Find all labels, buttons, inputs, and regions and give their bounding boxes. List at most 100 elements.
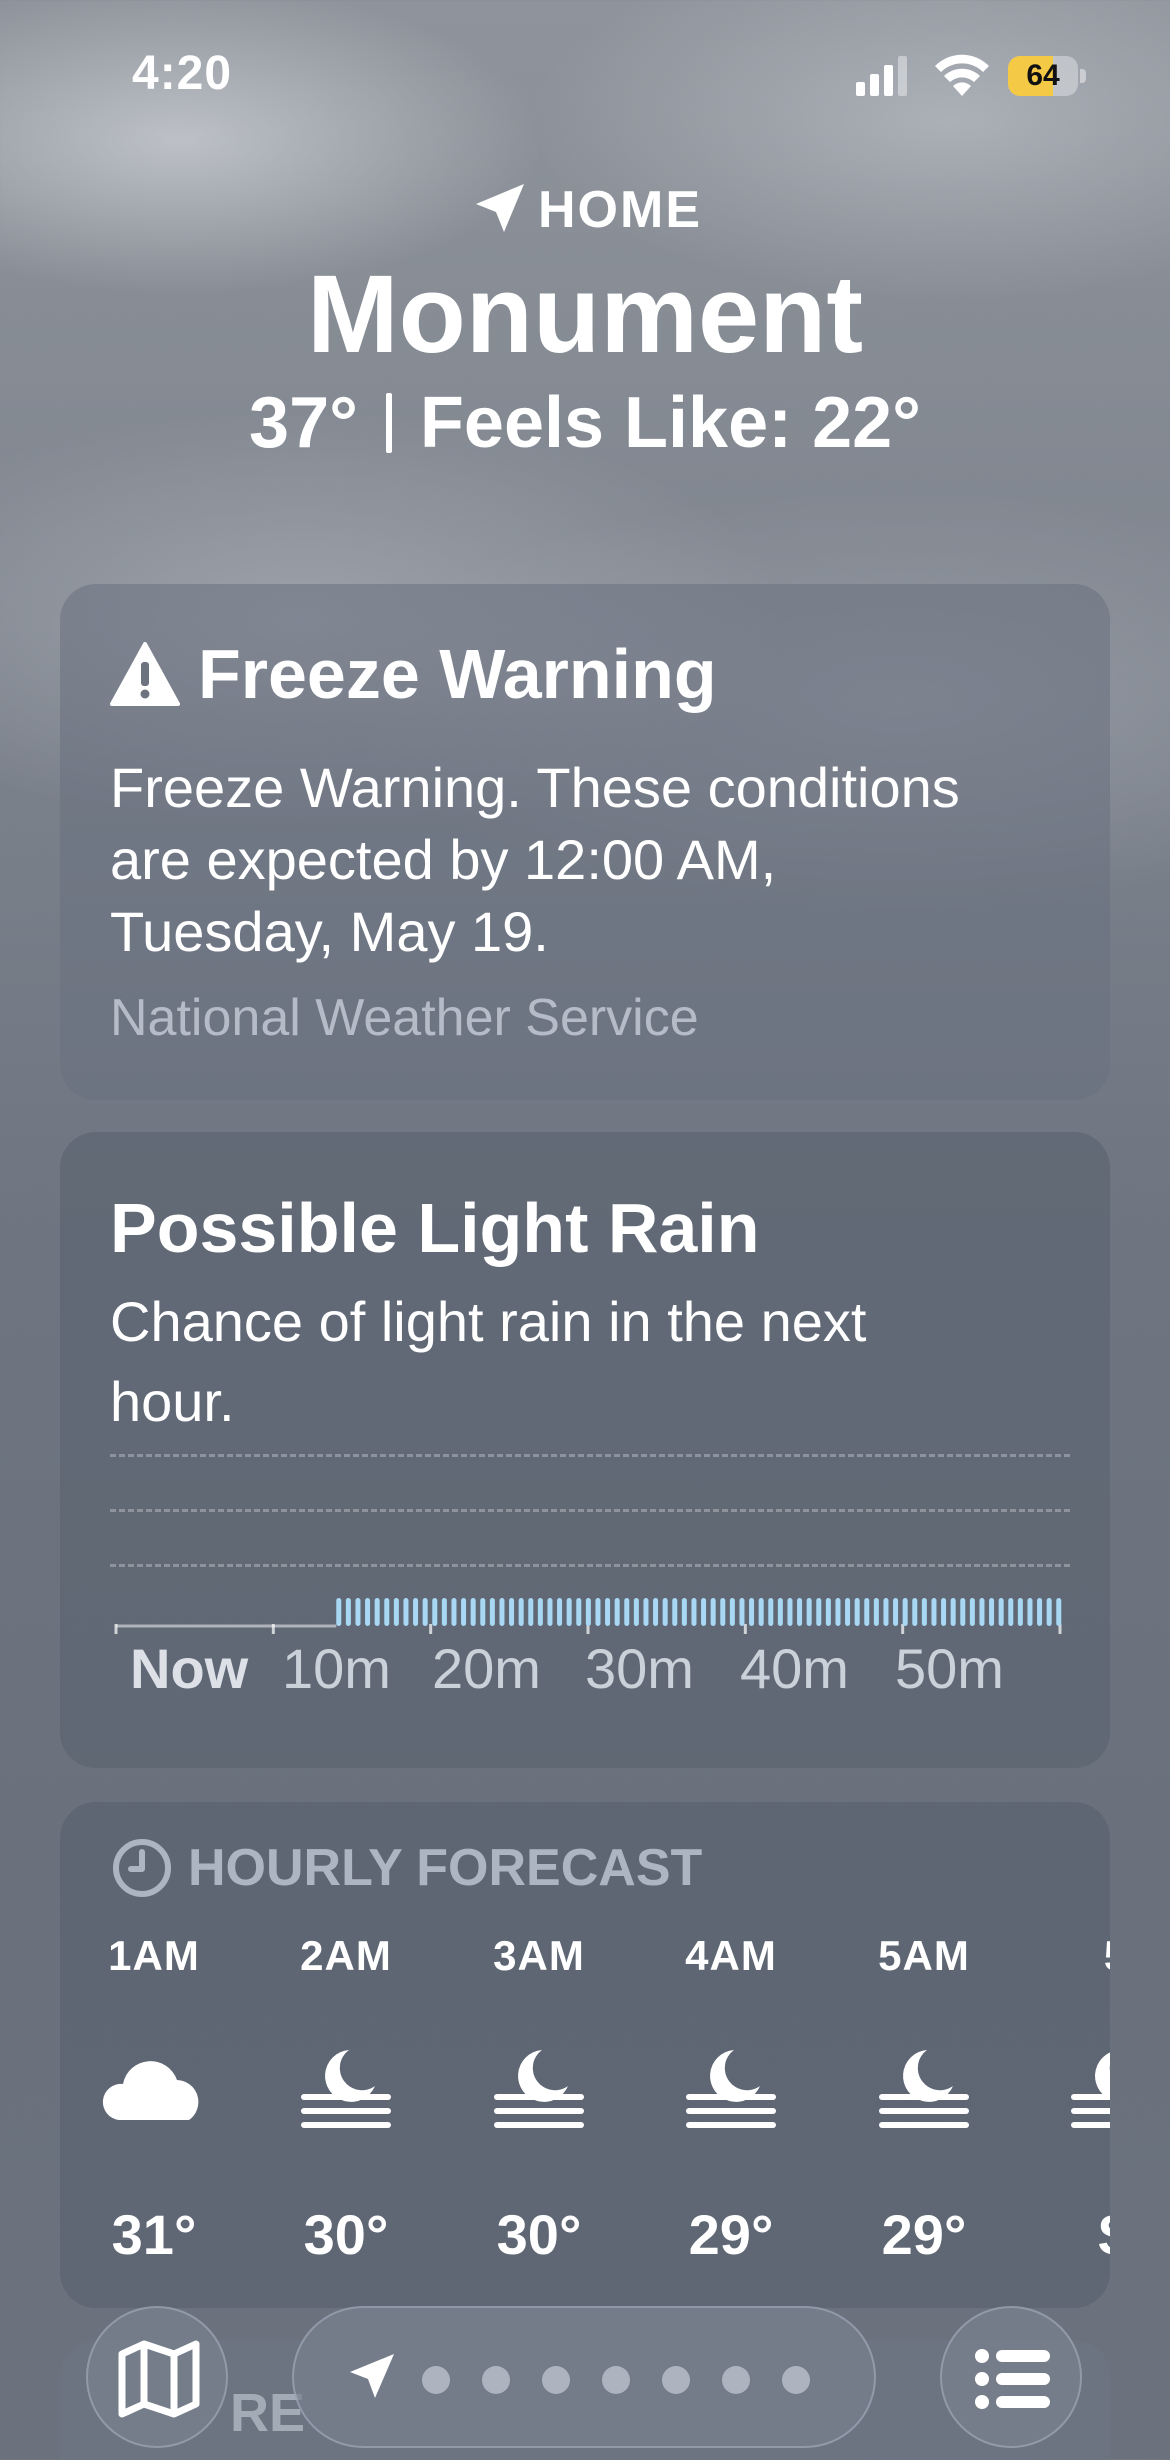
precip-bar (1056, 1598, 1062, 1626)
precip-bar (413, 1598, 419, 1626)
hourly-forecast-card[interactable]: HOURLY FORECAST 1AM 31° 2AM 30° 3AM 30° 4AM 29°… (60, 1802, 1110, 2308)
wifi-icon (935, 54, 989, 96)
hourly-list[interactable]: 1AM31° 2AM30° 3AM 30° 4AM 29° 5AM 29° 5S (60, 1932, 1110, 2312)
precip-bar (1046, 1598, 1052, 1626)
precip-bar (345, 1598, 351, 1626)
list-button[interactable] (940, 2306, 1082, 2448)
alert-title: Freeze Warning (198, 635, 717, 713)
precip-bar (672, 1598, 678, 1626)
precip-axis-label: 10m (282, 1637, 391, 1700)
hour-temp: 29° (881, 2203, 967, 2266)
warning-triangle-icon (110, 642, 180, 706)
precip-axis-label: Now (130, 1637, 249, 1700)
precip-bar (384, 1598, 390, 1626)
precip-bar (451, 1598, 457, 1626)
precip-bar (749, 1598, 755, 1626)
precip-bar (691, 1598, 697, 1626)
page-dot[interactable] (782, 2366, 810, 2394)
hour-label: 1AM (108, 1932, 200, 1979)
precip-bar (893, 1598, 899, 1626)
precip-bar (806, 1598, 812, 1626)
precip-bar (835, 1598, 841, 1626)
hour-item: 1AM 31° (84, 1932, 224, 2267)
precip-bar (854, 1598, 860, 1626)
precip-bar (547, 1598, 553, 1626)
precip-bar (480, 1598, 486, 1626)
precip-bar (758, 1598, 764, 1626)
page-dot[interactable] (482, 2366, 510, 2394)
hour-label: 4AM (685, 1932, 777, 1979)
precip-bar (1037, 1598, 1043, 1626)
location-arrow-icon (350, 2354, 394, 2398)
precip-bar (365, 1598, 371, 1626)
precip-bar (921, 1598, 927, 1626)
page-dot[interactable] (422, 2366, 450, 2394)
page-dot[interactable] (542, 2366, 570, 2394)
page-dot[interactable] (722, 2366, 750, 2394)
hour-item: 5AM 29° (854, 1932, 994, 2267)
precip-bar (336, 1598, 342, 1626)
hour-item: 2AM 30° (276, 1932, 416, 2267)
location-header: HOME Monument 37° Feels Like: 22° (0, 170, 1170, 464)
precip-axis-label: 30m (585, 1637, 694, 1700)
status-bar: 4:20 64 (0, 0, 1170, 150)
hour-temp: 29° (688, 2203, 774, 2266)
precip-bar (998, 1598, 1004, 1626)
map-button[interactable] (86, 2306, 228, 2448)
precip-bar (1017, 1598, 1023, 1626)
hour-temp: 30° (303, 2203, 389, 2266)
precip-bar (845, 1598, 851, 1626)
hour-item: 5S (1046, 1932, 1110, 2267)
precip-axis-labels: Now 10m 20m 30m 40m 50m (130, 1636, 1110, 1700)
current-temperature: 37° (249, 383, 358, 463)
city-name: Monument (306, 253, 863, 376)
precip-bar (739, 1598, 745, 1626)
hour-item: 4AM 29° (661, 1932, 801, 2267)
map-icon (118, 2340, 200, 2418)
precip-bar (576, 1598, 582, 1626)
precip-bar (969, 1598, 975, 1626)
clock-icon (113, 1839, 171, 1897)
precip-bar (422, 1598, 428, 1626)
precip-bar (441, 1598, 447, 1626)
hour-label: 5AM (878, 1932, 970, 1979)
battery-percent: 64 (1026, 59, 1060, 92)
precip-bar (777, 1598, 783, 1626)
feels-like: Feels Like: 22° (419, 383, 921, 463)
precip-bar (585, 1598, 591, 1626)
location-arrow-icon (476, 184, 524, 232)
precip-bar (701, 1598, 707, 1626)
precip-bar (653, 1598, 659, 1626)
hour-label: 3AM (493, 1932, 585, 1979)
page-dot[interactable] (602, 2366, 630, 2394)
page-indicator[interactable] (292, 2306, 876, 2448)
page-dot[interactable] (662, 2366, 690, 2394)
status-time: 4:20 (132, 47, 233, 100)
precip-axis-label: 20m (432, 1637, 541, 1700)
signal-icon (856, 56, 907, 96)
precip-bar (950, 1598, 956, 1626)
precipitation-card[interactable]: Possible Light Rain Chance of light rain… (60, 1132, 1110, 1768)
precip-bar (816, 1598, 822, 1626)
battery-icon: 64 (1008, 56, 1086, 96)
hour-label: 5 (1046, 1932, 1110, 1980)
precip-bar (595, 1598, 601, 1626)
precip-bar (710, 1598, 716, 1626)
divider (385, 393, 392, 453)
precip-bar (355, 1598, 361, 1626)
precip-chart (110, 1454, 1070, 1634)
precip-bar (912, 1598, 918, 1626)
precip-bar (374, 1598, 380, 1626)
precip-bar (509, 1598, 515, 1626)
precip-bar (566, 1598, 572, 1626)
precip-bar (662, 1598, 668, 1626)
freeze-warning-card[interactable]: Freeze Warning Freeze Warning. These con… (60, 584, 1110, 1100)
precip-bar (614, 1598, 620, 1626)
moon-fog-icon (494, 2050, 584, 2128)
precip-bar (643, 1598, 649, 1626)
precip-bar (403, 1598, 409, 1626)
cloud-icon (102, 2061, 199, 2120)
precip-bar (864, 1598, 870, 1626)
moon-fog-icon (686, 2050, 776, 2128)
precip-axis-label: 50m (895, 1637, 1004, 1700)
